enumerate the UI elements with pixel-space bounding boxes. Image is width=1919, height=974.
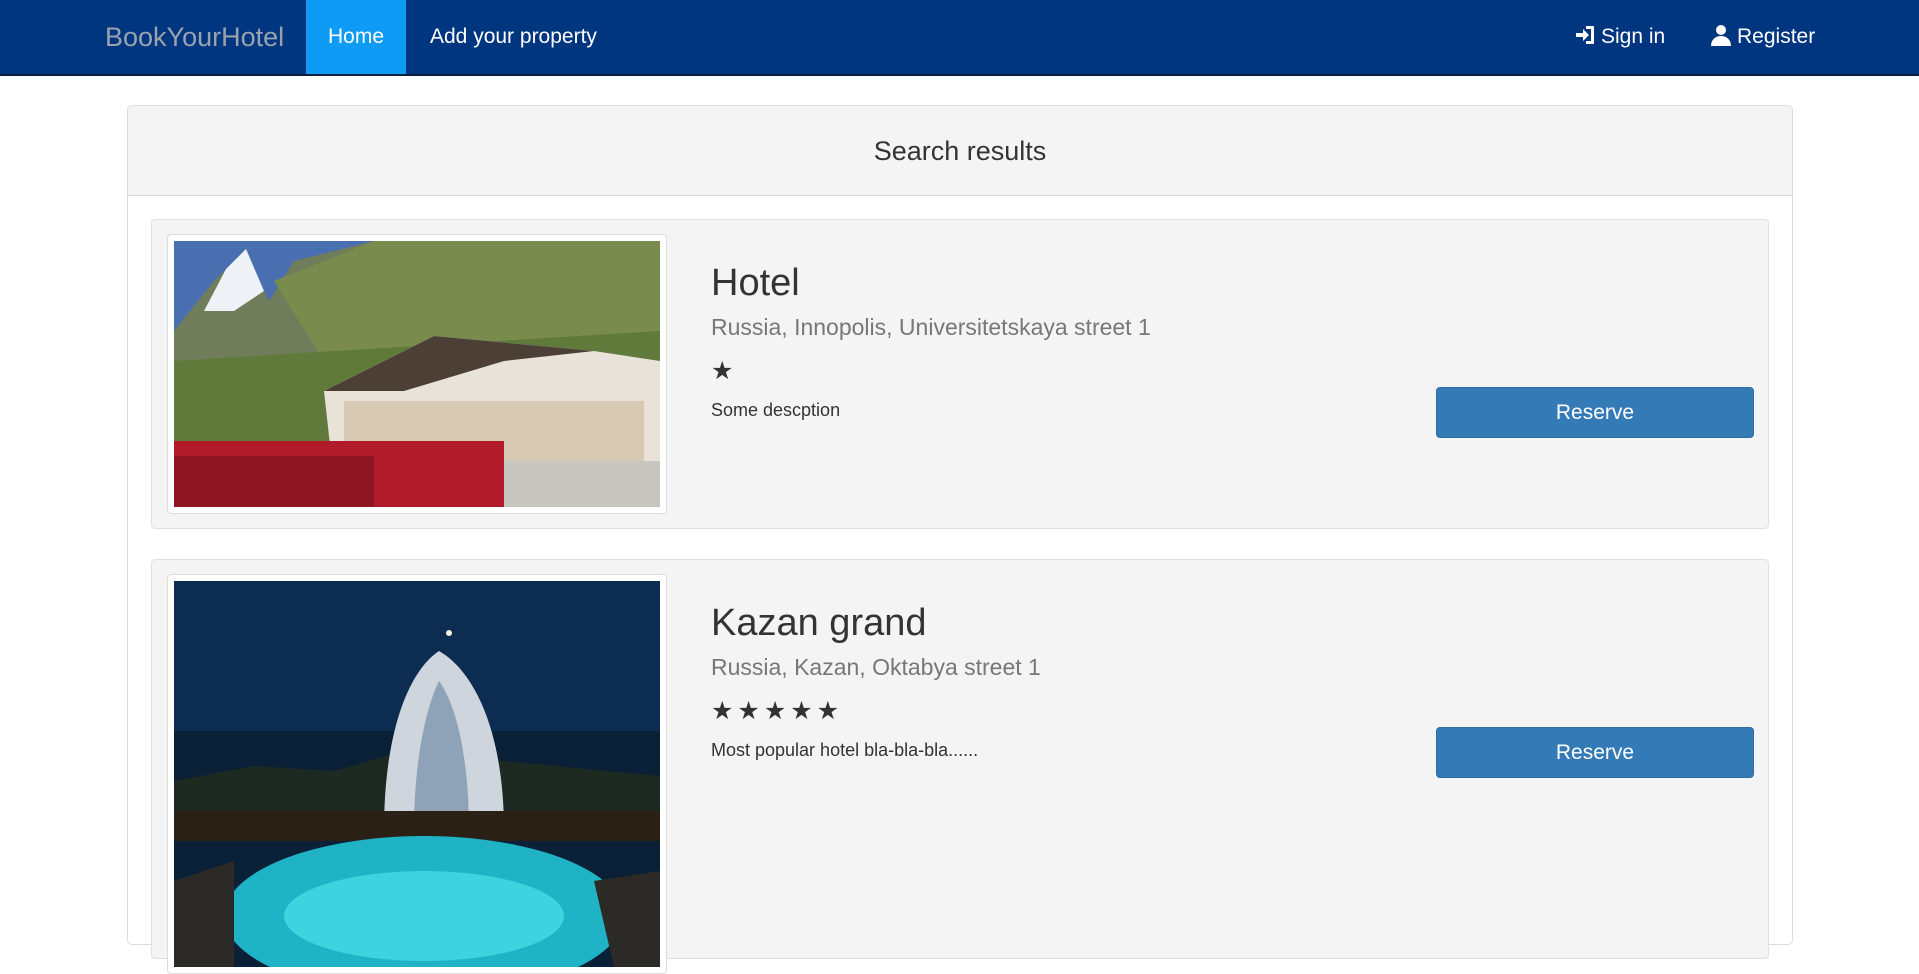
hotel-address: Russia, Kazan, Oktabya street 1 bbox=[711, 654, 1041, 680]
reserve-button[interactable]: Reserve bbox=[1436, 727, 1754, 778]
register-label: Register bbox=[1737, 25, 1816, 48]
hotel-name[interactable]: Kazan grand bbox=[711, 602, 927, 645]
sign-in-label: Sign in bbox=[1601, 25, 1666, 48]
star-rating: ★★★★★ bbox=[711, 697, 844, 725]
hotel-description: Some descption bbox=[711, 400, 841, 420]
nav-home[interactable]: Home bbox=[306, 0, 407, 74]
star-rating: ★ bbox=[711, 357, 738, 385]
hotel-card: Hotel Russia, Innopolis, Universitetskay… bbox=[151, 219, 1769, 529]
hotel-thumbnail[interactable] bbox=[167, 574, 667, 974]
mountain-hotel-photo bbox=[174, 241, 660, 507]
panel-title: Search results bbox=[128, 106, 1792, 196]
night-resort-pool-photo bbox=[174, 581, 660, 967]
hotel-address: Russia, Innopolis, Universitetskaya stre… bbox=[711, 314, 1151, 340]
reserve-button[interactable]: Reserve bbox=[1436, 387, 1754, 438]
nav-add-property[interactable]: Add your property bbox=[408, 0, 619, 74]
hotel-description: Most popular hotel bla-bla-bla...... bbox=[711, 740, 979, 760]
top-navbar: BookYourHotel Home Add your property Sig… bbox=[0, 0, 1919, 76]
sign-in-link[interactable]: Sign in bbox=[1551, 0, 1687, 74]
sign-in-icon bbox=[1576, 26, 1594, 45]
user-icon bbox=[1711, 25, 1731, 47]
hotel-thumbnail[interactable] bbox=[167, 234, 667, 514]
register-link[interactable]: Register bbox=[1687, 0, 1837, 74]
hotel-card: Kazan grand Russia, Kazan, Oktabya stree… bbox=[151, 559, 1769, 974]
brand-logo[interactable]: BookYourHotel bbox=[105, 0, 284, 74]
hotel-name[interactable]: Hotel bbox=[711, 262, 800, 305]
